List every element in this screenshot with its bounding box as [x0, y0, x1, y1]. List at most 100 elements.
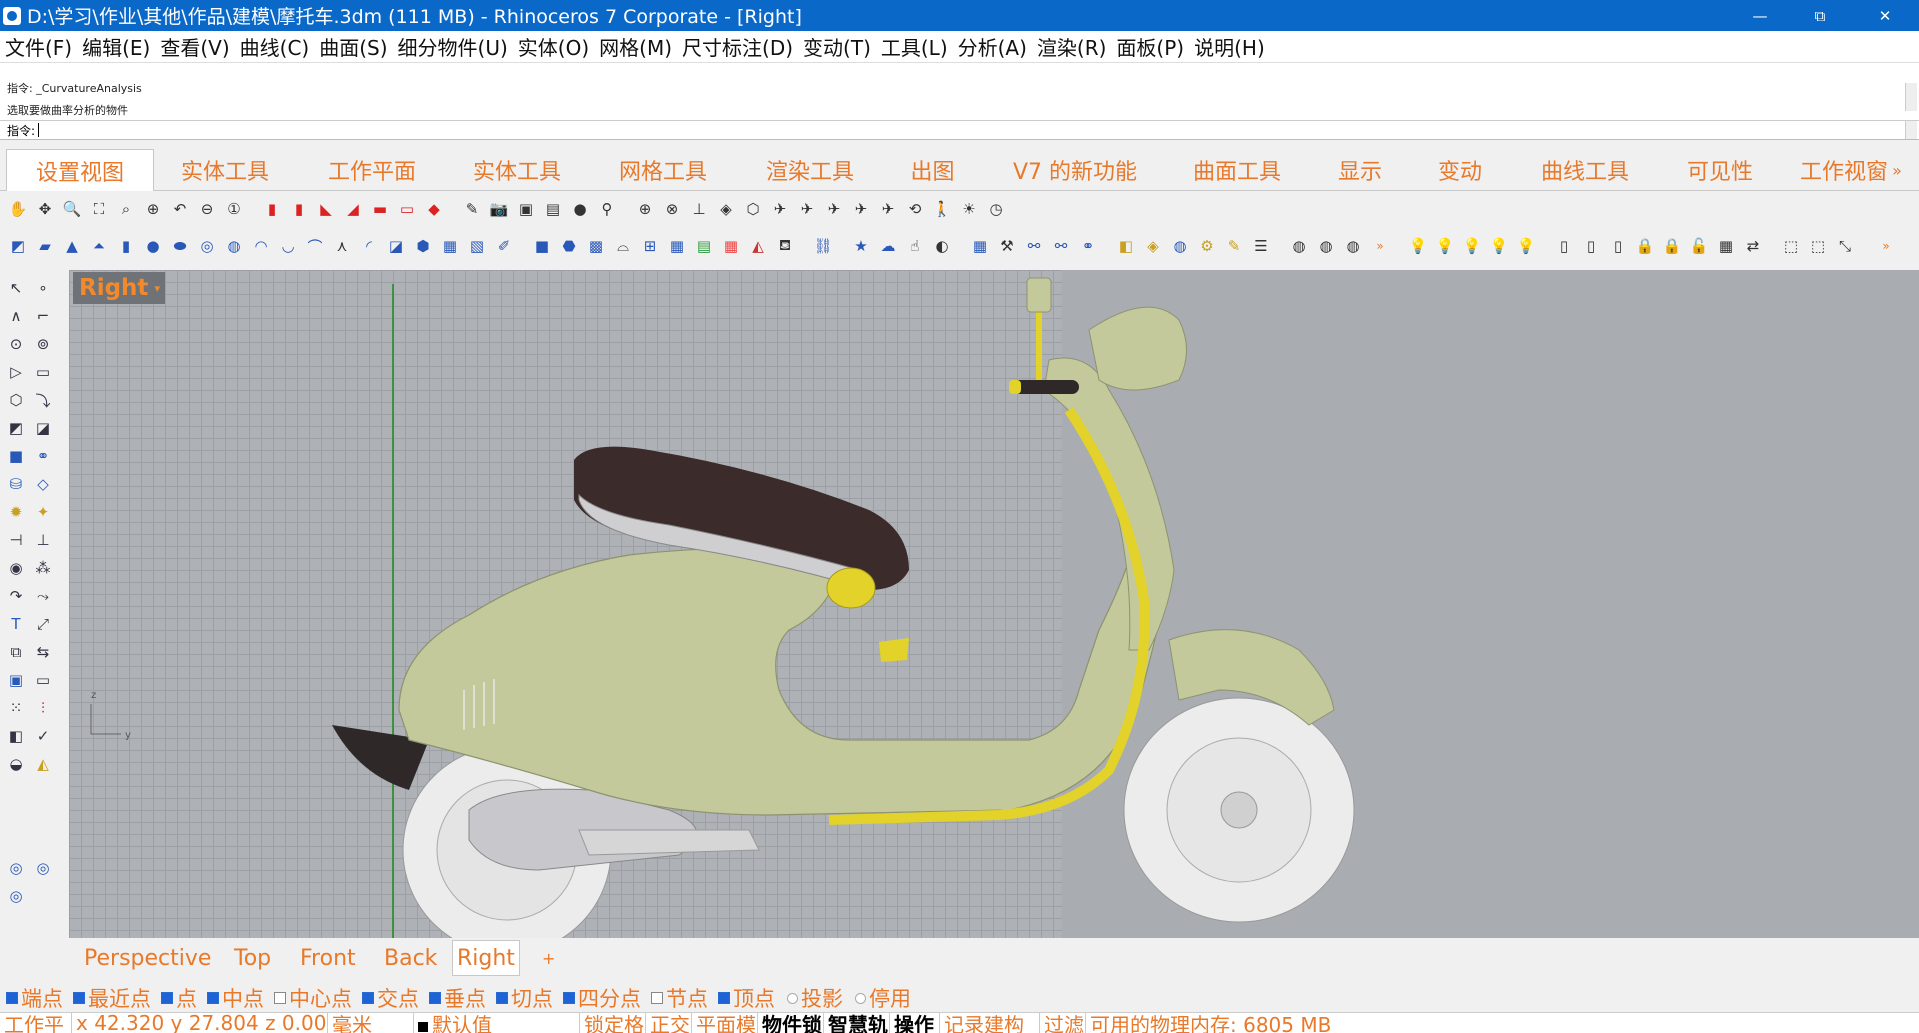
blob-icon[interactable]: ⁂	[31, 556, 55, 580]
lightbulb-5-icon[interactable]: 💡	[1514, 234, 1538, 258]
checkbox-icon[interactable]	[718, 992, 730, 1004]
sun-icon[interactable]: ☀	[957, 197, 981, 221]
select-box-icon[interactable]: ⬚	[1779, 234, 1803, 258]
decal-icon[interactable]: ◈	[1141, 234, 1165, 258]
checkbox-icon[interactable]	[563, 992, 575, 1004]
zoom-extents-icon[interactable]: ⛶	[87, 197, 111, 221]
right-viewport[interactable]: z y Right ▾	[69, 270, 1919, 938]
polygon-icon[interactable]: ⬡	[4, 388, 28, 412]
curve-cv-icon[interactable]: ⌐	[31, 304, 55, 328]
tripod-icon[interactable]: ⋏	[330, 234, 354, 258]
doc-lock-icon[interactable]: ▦	[1714, 234, 1738, 258]
lightbulb-4-icon[interactable]: 💡	[1487, 234, 1511, 258]
restore-button[interactable]: ⧉	[1790, 0, 1850, 31]
checkbox-icon[interactable]	[429, 992, 441, 1004]
globe-4-icon[interactable]: ◍	[1341, 234, 1365, 258]
clock-icon[interactable]: ◷	[984, 197, 1008, 221]
layout-icon[interactable]: ▤	[541, 197, 565, 221]
set-camera-icon[interactable]: ▣	[514, 197, 538, 221]
text-icon[interactable]: T	[4, 612, 28, 636]
point-icon[interactable]: ∘	[31, 276, 55, 300]
menu-curve[interactable]: 曲线(C)	[235, 32, 315, 61]
list-icon[interactable]: ☰	[1249, 234, 1273, 258]
zoom-window-icon[interactable]: ⌕	[114, 197, 138, 221]
mesh-grid-icon[interactable]: ▦	[665, 234, 689, 258]
osnap-perp[interactable]: 垂点	[423, 983, 486, 1013]
arc-icon[interactable]: ▷	[4, 360, 28, 384]
text-dim-icon[interactable]: ⊥	[31, 528, 55, 552]
document-icon[interactable]: ▯	[1552, 234, 1576, 258]
car-front-icon[interactable]: ◢	[341, 197, 365, 221]
status-history[interactable]: 记录建构	[940, 1013, 1040, 1033]
radio-icon[interactable]	[855, 992, 866, 1004]
tab-drafting[interactable]: 出图	[895, 149, 970, 191]
checkbox-icon[interactable]	[161, 992, 173, 1004]
cylinder-icon[interactable]: ⛁	[4, 472, 28, 496]
tab-front[interactable]: Front	[296, 940, 360, 976]
box-corner-icon[interactable]: ◩	[6, 234, 30, 258]
menu-help[interactable]: 说明(H)	[1189, 32, 1270, 61]
osnap-int[interactable]: 交点	[356, 983, 419, 1013]
tab-overflow-chevron[interactable]: »	[1890, 149, 1904, 191]
car-side-icon[interactable]: ▬	[368, 197, 392, 221]
lightbulb-3-icon[interactable]: 💡	[1460, 234, 1484, 258]
render-icon[interactable]: ◐	[930, 234, 954, 258]
osnap-quad[interactable]: 四分点	[557, 983, 641, 1013]
close-button[interactable]: ✕	[1855, 0, 1915, 31]
menu-view[interactable]: 查看(V)	[155, 32, 234, 61]
plane-front-icon[interactable]: ✈	[795, 197, 819, 221]
color-grid-icon[interactable]: ▦	[719, 234, 743, 258]
shade-icon[interactable]: ●	[568, 197, 592, 221]
tab-curve-tools[interactable]: 曲线工具	[1520, 149, 1650, 191]
bucket-icon[interactable]: ⛾	[773, 234, 797, 258]
checkbox-icon[interactable]	[274, 992, 286, 1004]
more-chevron-icon[interactable]: »	[1368, 234, 1392, 258]
connect-2-icon[interactable]: ⚯	[1049, 234, 1073, 258]
ellipsoid-icon[interactable]: ⬬	[168, 234, 192, 258]
tilt-icon[interactable]: ⊥	[687, 197, 711, 221]
connect-icon[interactable]: ⚯	[1022, 234, 1046, 258]
sphere-icon[interactable]: ●	[141, 234, 165, 258]
checkbox-icon[interactable]	[362, 992, 374, 1004]
tab-solid-tools[interactable]: 实体工具	[160, 149, 290, 191]
swap-icon[interactable]: ⇄	[1741, 234, 1765, 258]
status-planar[interactable]: 平面模	[692, 1013, 758, 1033]
rectangle-icon[interactable]: ▭	[31, 360, 55, 384]
zoom-out-icon[interactable]: ⊖	[195, 197, 219, 221]
pen-surface-icon[interactable]: ✐	[492, 234, 516, 258]
mesh-sphere-icon[interactable]: ⊞	[638, 234, 662, 258]
scooter-model[interactable]: z y	[69, 270, 1919, 938]
tab-right[interactable]: Right	[452, 940, 520, 976]
group-icon[interactable]: ⧉	[4, 640, 28, 664]
tab-new-in-v7[interactable]: V7 的新功能	[1000, 149, 1150, 191]
gumball-icon[interactable]: ◎	[4, 856, 28, 880]
target-2-icon[interactable]: ⊗	[660, 197, 684, 221]
render-mat-icon[interactable]: ◒	[4, 752, 28, 776]
status-cplane[interactable]: 工作平	[0, 1013, 72, 1033]
tab-surface-tools[interactable]: 曲面工具	[1172, 149, 1302, 191]
status-ortho[interactable]: 正交	[646, 1013, 692, 1033]
osnap-mid[interactable]: 中点	[201, 983, 264, 1013]
blend-icon[interactable]: ⤳	[31, 584, 55, 608]
loft-icon[interactable]: ◜	[357, 234, 381, 258]
checkbox-icon[interactable]	[651, 992, 663, 1004]
checkbox-icon[interactable]	[73, 992, 85, 1004]
box-icon[interactable]: ■	[4, 444, 28, 468]
target-icon[interactable]: ⊕	[633, 197, 657, 221]
zoom-target-icon[interactable]: ⚲	[595, 197, 619, 221]
wrench-icon[interactable]: ⚙	[1195, 234, 1219, 258]
status-layer[interactable]: 默认值	[414, 1013, 580, 1033]
menu-render[interactable]: 渲染(R)	[1032, 32, 1112, 61]
tab-top[interactable]: Top	[230, 940, 275, 976]
curve-tool-icon[interactable]: ⤵	[31, 388, 55, 412]
ruler-icon[interactable]: ▭	[31, 668, 55, 692]
status-gumball[interactable]: 操作	[890, 1013, 940, 1033]
command-scrollbar[interactable]	[1905, 121, 1917, 139]
surface-tool-icon[interactable]: ◪	[31, 416, 55, 440]
checkbox-icon[interactable]	[6, 992, 18, 1004]
menu-tools[interactable]: 工具(L)	[876, 32, 953, 61]
cylinder-icon[interactable]: ▮	[114, 234, 138, 258]
globe-2-icon[interactable]: ◍	[1287, 234, 1311, 258]
tab-solid-tools-2[interactable]: 实体工具	[452, 149, 582, 191]
surface-corner-icon[interactable]: ◩	[4, 416, 28, 440]
